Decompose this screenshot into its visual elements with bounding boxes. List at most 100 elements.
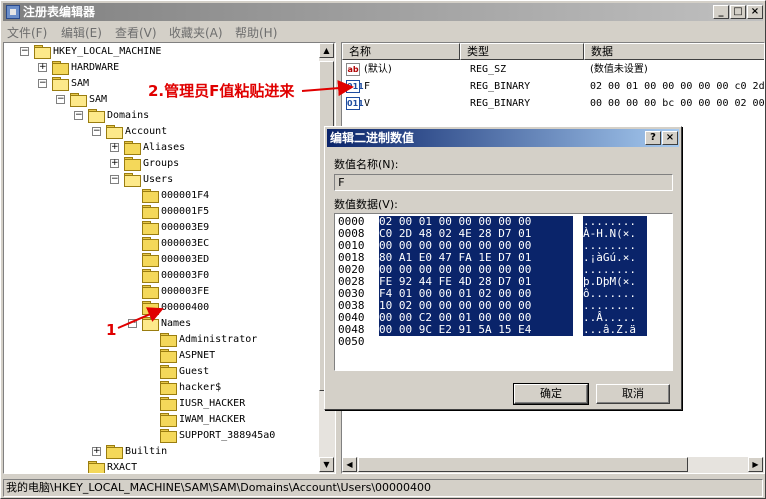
- folder-icon: [88, 109, 105, 123]
- collapse-icon[interactable]: −: [38, 79, 47, 88]
- menu-edit[interactable]: 编辑(E): [61, 24, 102, 41]
- collapse-icon[interactable]: −: [20, 47, 29, 56]
- folder-icon: [160, 381, 177, 395]
- tree-item-label: Domains: [107, 110, 150, 121]
- collapse-icon[interactable]: −: [56, 95, 65, 104]
- edit-binary-dialog: 编辑二进制数值 ? × 数值名称(N): F 数值数据(V): 0000 02 0…: [324, 126, 682, 410]
- annotation-step1: 1: [106, 321, 117, 339]
- binary-value-icon: 011: [346, 80, 364, 93]
- tree-item-label: HKEY_LOCAL_MACHINE: [53, 46, 162, 57]
- folder-icon: [142, 237, 159, 251]
- annotation-step2: 2.管理员F值粘贴进来: [148, 82, 295, 100]
- expand-icon[interactable]: +: [92, 447, 101, 456]
- expand-icon[interactable]: +: [110, 143, 119, 152]
- menu-view[interactable]: 查看(V): [115, 24, 157, 41]
- folder-icon: [142, 317, 159, 331]
- tree-item-label: Groups: [143, 158, 180, 169]
- folder-icon: [160, 413, 177, 427]
- tree-item-label: Aliases: [143, 142, 186, 153]
- folder-icon: [124, 173, 141, 187]
- tree-item-label: 000003E9: [161, 222, 210, 233]
- column-type-header[interactable]: 类型: [460, 43, 584, 60]
- value-row-f[interactable]: 011 F REG_BINARY 02 00 01 00 00 00 00 00…: [342, 78, 765, 95]
- tree-item-label: SUPPORT_388945a0: [179, 430, 276, 441]
- maximize-button[interactable]: □: [730, 5, 746, 19]
- hex-editor[interactable]: 0000 02 00 01 00 00 00 00 00........ 0008 C…: [334, 213, 673, 371]
- scroll-right-icon[interactable]: ▶: [748, 457, 763, 472]
- menu-help[interactable]: 帮助(H): [235, 24, 277, 41]
- collapse-icon[interactable]: −: [128, 319, 137, 328]
- column-data-header[interactable]: 数据: [584, 43, 764, 60]
- scroll-up-icon[interactable]: ▲: [319, 43, 334, 58]
- hex-offset: 0050: [338, 335, 365, 348]
- value-name-field: F: [334, 174, 673, 191]
- column-name-header[interactable]: 名称: [342, 43, 460, 60]
- tree-item-label: SAM: [71, 78, 90, 89]
- value-name: V: [364, 98, 371, 109]
- window-title: 注册表编辑器: [23, 5, 96, 19]
- tree-item-label: HARDWARE: [71, 62, 120, 73]
- folder-icon: [106, 445, 123, 459]
- registry-tree[interactable]: − HKEY_LOCAL_MACHINE + HARDWARE − SAM − SAM − Dom…: [3, 42, 336, 474]
- folder-icon: [142, 253, 159, 267]
- hex-ascii: ...â.Z.ä: [583, 324, 647, 336]
- tree-item-label: Users: [143, 174, 174, 185]
- value-row-v[interactable]: 011 V REG_BINARY 00 00 00 00 bc 00 00 00…: [342, 95, 764, 112]
- collapse-icon[interactable]: −: [92, 127, 101, 136]
- folder-icon: [142, 301, 159, 315]
- list-scroll-thumb[interactable]: [358, 457, 688, 472]
- collapse-icon[interactable]: −: [110, 175, 119, 184]
- expand-icon[interactable]: +: [110, 159, 119, 168]
- tree-item-label: 00000400: [161, 302, 210, 313]
- value-name-label: 数值名称(N):: [334, 158, 399, 171]
- folder-icon: [52, 77, 69, 91]
- dialog-close-button[interactable]: ×: [662, 131, 678, 145]
- scroll-down-icon[interactable]: ▼: [319, 457, 334, 472]
- hex-line: 0048 00 00 9C E2 91 5A 15 E4 ...â.Z.ä: [335, 324, 671, 336]
- value-type: REG_SZ: [470, 64, 507, 75]
- tree-item-label: IWAM_HACKER: [179, 414, 246, 425]
- registry-app-icon: [6, 5, 20, 19]
- expand-icon[interactable]: +: [38, 63, 47, 72]
- folder-icon: [160, 365, 177, 379]
- folder-icon: [52, 61, 69, 75]
- tree-item-label: 000001F5: [161, 206, 210, 217]
- value-row-default[interactable]: ab (默认) REG_SZ (数值未设置): [342, 61, 764, 78]
- dialog-title-bar: 编辑二进制数值 ? ×: [327, 129, 679, 147]
- folder-icon: [142, 221, 159, 235]
- ok-button[interactable]: 确定: [513, 383, 589, 405]
- tree-item-label: Administrator: [179, 334, 258, 345]
- folder-icon: [142, 205, 159, 219]
- scroll-left-icon[interactable]: ◀: [342, 457, 357, 472]
- value-data: (数值未设置): [590, 64, 648, 75]
- folder-icon: [160, 333, 177, 347]
- help-icon[interactable]: ?: [645, 131, 661, 145]
- collapse-icon[interactable]: −: [74, 111, 83, 120]
- minimize-button[interactable]: _: [713, 5, 729, 19]
- tree-item-label: 000001F4: [161, 190, 210, 201]
- value-type: REG_BINARY: [470, 98, 531, 109]
- tree-item-label: SAM: [89, 94, 108, 105]
- cancel-button[interactable]: 取消: [596, 384, 670, 404]
- value-name: F: [364, 81, 371, 92]
- list-horizontal-scrollbar[interactable]: ◀ ▶: [342, 457, 764, 473]
- value-data: 02 00 01 00 00 00 00 00 c0 2d: [590, 81, 765, 92]
- tree-item-label: 000003FE: [161, 286, 210, 297]
- string-value-icon: ab: [346, 63, 360, 76]
- folder-icon: [124, 157, 141, 171]
- value-type: REG_BINARY: [470, 81, 531, 92]
- folder-icon: [142, 285, 159, 299]
- title-bar: 注册表编辑器 _ □ ×: [3, 3, 763, 21]
- tree-item-label: RXACT: [107, 462, 138, 473]
- folder-icon: [70, 93, 87, 107]
- close-button[interactable]: ×: [747, 5, 763, 19]
- menu-file[interactable]: 文件(F): [7, 24, 47, 41]
- tree-item-label: Guest: [179, 366, 210, 377]
- folder-icon: [160, 397, 177, 411]
- tree-item-label: Account: [125, 126, 168, 137]
- folder-icon: [160, 349, 177, 363]
- tree-item-label: Names: [161, 318, 192, 329]
- hex-line: 0050: [335, 336, 671, 348]
- folder-icon: [106, 125, 123, 139]
- menu-favorites[interactable]: 收藏夹(A): [169, 24, 223, 41]
